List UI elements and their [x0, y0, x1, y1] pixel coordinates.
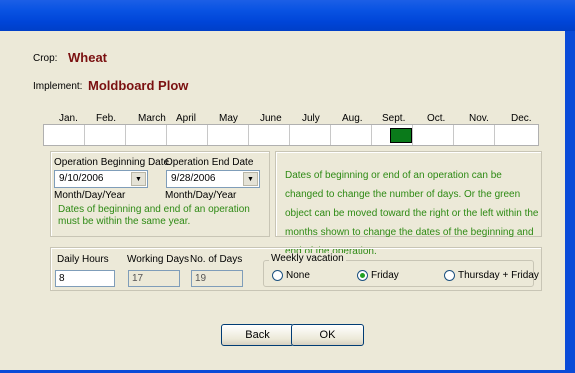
month-cell[interactable]: [126, 125, 167, 145]
radio-thursday-friday[interactable]: [444, 270, 455, 281]
month-label: Sept.: [382, 113, 406, 124]
chevron-down-icon[interactable]: ▼: [243, 172, 258, 186]
working-days-field: 17: [128, 270, 180, 287]
begin-date-format: Month/Day/Year: [54, 190, 126, 201]
radio-thursday-friday-label[interactable]: Thursday + Friday: [458, 270, 539, 281]
month-label: Jan.: [59, 113, 78, 124]
begin-date-label: Operation Beginning Date: [54, 157, 170, 168]
month-label: Feb.: [96, 113, 117, 124]
month-cell[interactable]: [331, 125, 372, 145]
month-cell[interactable]: [454, 125, 495, 145]
month-label: March: [138, 113, 166, 124]
crop-value: Wheat: [68, 50, 107, 65]
implement-label: Implement:: [33, 81, 83, 92]
month-label: Nov.: [469, 113, 489, 124]
crop-label: Crop:: [33, 53, 58, 64]
implement-value: Moldboard Plow: [88, 78, 189, 93]
end-date-picker[interactable]: 9/28/2006 ▼: [166, 170, 260, 188]
begin-date-picker[interactable]: 9/10/2006 ▼: [54, 170, 148, 188]
back-button[interactable]: Back: [221, 324, 294, 346]
month-cell[interactable]: [167, 125, 208, 145]
radio-none-label[interactable]: None: [286, 270, 310, 281]
window-titlebar[interactable]: [0, 0, 575, 31]
month-timeline: [43, 124, 539, 146]
month-label: Dec.: [511, 113, 532, 124]
no-of-days-field: 19: [191, 270, 243, 287]
daily-hours-input[interactable]: 8: [55, 270, 115, 287]
radio-friday-label[interactable]: Friday: [371, 270, 399, 281]
month-cell[interactable]: [290, 125, 331, 145]
month-label: May: [219, 113, 238, 124]
end-date-format: Month/Day/Year: [165, 190, 237, 201]
end-date-label: Operation End Date: [165, 157, 254, 168]
month-label: July: [302, 113, 320, 124]
chevron-down-icon[interactable]: ▼: [131, 172, 146, 186]
radio-friday[interactable]: [357, 270, 368, 281]
operation-period-marker[interactable]: [390, 128, 412, 143]
end-date-value: 9/28/2006: [171, 173, 216, 184]
same-year-note: Dates of beginning and end of an operati…: [58, 204, 250, 227]
month-cell[interactable]: [44, 125, 85, 145]
begin-date-value: 9/10/2006: [59, 173, 104, 184]
radio-none[interactable]: [272, 270, 283, 281]
daily-hours-label: Daily Hours: [57, 254, 109, 265]
month-label: Aug.: [342, 113, 363, 124]
month-label: June: [260, 113, 282, 124]
weekly-vacation-legend: Weekly vacation: [269, 253, 346, 264]
month-cell[interactable]: [413, 125, 454, 145]
month-label: April: [176, 113, 197, 124]
month-cell[interactable]: [85, 125, 126, 145]
ok-button[interactable]: OK: [291, 324, 364, 346]
month-cell[interactable]: [249, 125, 290, 145]
month-cell[interactable]: [208, 125, 249, 145]
month-cell[interactable]: [495, 125, 538, 145]
no-of-days-label: No. of Days: [190, 254, 243, 265]
working-days-label: Working Days: [127, 254, 190, 265]
month-label: Oct.: [427, 113, 446, 124]
